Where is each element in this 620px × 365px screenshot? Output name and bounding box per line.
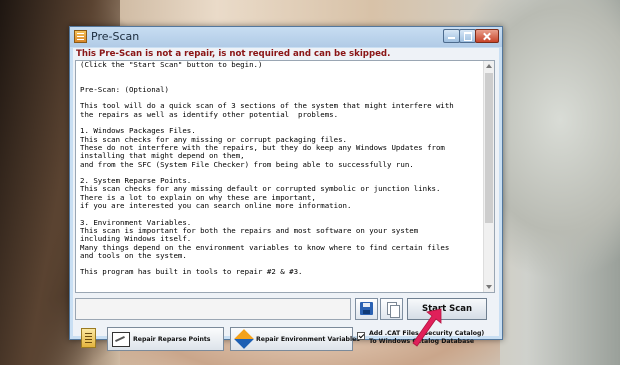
warning-text: This Pre-Scan is not a repair, is not re… (76, 49, 391, 59)
scroll-down-icon[interactable] (486, 285, 492, 289)
environment-icon (234, 329, 254, 349)
arrow-pointer-icon (412, 308, 442, 347)
scroll-up-icon[interactable] (486, 64, 492, 68)
repair-reparse-points-button[interactable]: Repair Reparse Points (107, 327, 224, 351)
vertical-scrollbar[interactable] (483, 61, 494, 292)
copy-button[interactable] (380, 298, 403, 320)
repair-environment-variables-button[interactable]: Repair Environment Variables (230, 327, 360, 351)
scroll-thumb[interactable] (485, 73, 493, 223)
minimize-button[interactable] (443, 29, 460, 43)
maximize-button[interactable] (459, 29, 476, 43)
save-icon (360, 302, 373, 315)
save-button[interactable] (355, 298, 378, 320)
info-text: (Click the "Start Scan" button to begin.… (80, 60, 454, 277)
clipboard-icon (81, 328, 96, 348)
app-icon (74, 30, 87, 43)
reparse-icon (112, 331, 130, 347)
add-cat-files-checkbox[interactable] (357, 332, 365, 340)
copy-icon (387, 302, 400, 318)
repair-reparse-label: Repair Reparse Points (133, 335, 211, 343)
title-bar[interactable]: Pre-Scan (70, 27, 502, 47)
close-button[interactable] (475, 29, 499, 43)
info-textbox[interactable]: (Click the "Start Scan" button to begin.… (75, 60, 495, 293)
repair-env-label: Repair Environment Variables (256, 335, 360, 343)
window-client: This Pre-Scan is not a repair, is not re… (73, 48, 499, 351)
window-title: Pre-Scan (91, 30, 140, 43)
status-field (75, 298, 351, 320)
pre-scan-window: Pre-Scan This Pre-Scan is not a repair, … (69, 26, 503, 351)
